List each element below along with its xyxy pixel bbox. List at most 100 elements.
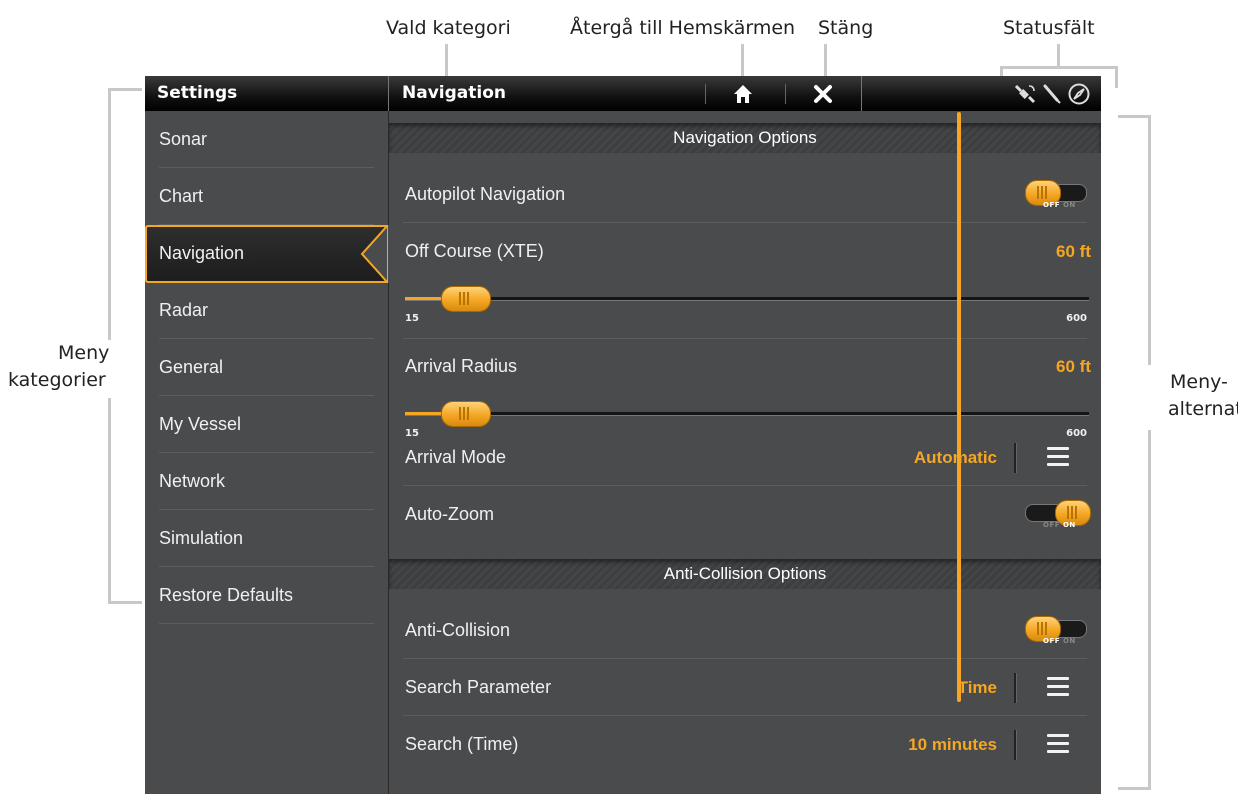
callout-return-home: Återgå till Hemskärmen [570,17,796,39]
sidebar-item-label: Restore Defaults [159,585,294,605]
title-divider [388,76,389,111]
callout-bracket-options-top [1118,115,1151,118]
sidebar-item-label: Chart [159,186,204,206]
menu-icon[interactable] [1047,677,1069,697]
callout-line-selected-category [445,44,448,76]
toggle-labels: OFF ON [1043,637,1076,645]
sidebar-item-radar[interactable]: Radar [145,282,388,339]
settings-panel: Navigation Options Autopilot Navigation … [389,111,1101,794]
slider-knob[interactable] [441,401,491,427]
sidebar-item-general[interactable]: General [145,339,388,396]
category-title: Navigation [402,83,506,103]
sidebar-item-my-vessel[interactable]: My Vessel [145,396,388,453]
anti-collision-toggle[interactable]: OFF ON [1025,616,1093,646]
search-parameter-label: Search Parameter [405,677,552,697]
anti-collision-row: Anti-Collision OFF ON [389,602,1101,659]
callout-menu-categories-1: Meny [58,342,110,364]
sidebar-item-label: Sonar [159,129,208,149]
sidebar-item-label: General [159,357,224,377]
sidebar-item-restore-defaults[interactable]: Restore Defaults [145,567,388,624]
callout-selected-category: Vald kategori [386,17,511,39]
slider-track [405,412,1089,416]
slider-knob[interactable] [441,286,491,312]
callout-menu-options-2: alternativ [1168,398,1238,420]
autopilot-navigation-toggle[interactable]: OFF ON [1025,180,1093,210]
sidebar-item-label: Radar [159,300,209,320]
scrollbar[interactable] [957,112,961,702]
sidebar-item-network[interactable]: Network [145,453,388,510]
menu-icon[interactable] [1047,447,1069,467]
pen-icon [1042,83,1062,105]
callout-menu-categories-2: kategorier [8,369,106,391]
sidebar: Sonar Chart Navigation Radar General My … [145,111,390,794]
sidebar-item-chart[interactable]: Chart [145,168,388,225]
toggle-labels: OFF ON [1043,201,1076,209]
callout-status-bar: Statusfält [1003,17,1095,39]
sidebar-item-label: Simulation [159,528,244,548]
callout-menu-options-1: Meny- [1170,371,1228,393]
toggle-on-label: ON [1062,201,1076,209]
slider-track [405,297,1089,301]
search-time-row[interactable]: Search (Time) 10 minutes [389,716,1101,773]
divider [159,623,374,624]
compass-icon [1067,82,1091,106]
sidebar-item-navigation[interactable]: Navigation [145,225,388,282]
slider-min-label: 15 [405,313,419,324]
autopilot-navigation-label: Autopilot Navigation [405,184,566,204]
section-header-navigation-options: Navigation Options [389,123,1101,153]
callout-bracket-status-right [1115,66,1118,88]
off-course-row: Off Course (XTE) 60 ft [389,223,1101,280]
auto-zoom-label: Auto-Zoom [405,504,495,524]
off-course-slider[interactable]: 15 600 [405,283,1093,333]
section-header-anti-collision-options: Anti-Collision Options [389,559,1101,589]
toggle-off-label: OFF [1043,521,1061,529]
callout-bracket-categories [108,88,111,340]
off-course-label: Off Course (XTE) [405,241,544,261]
settings-title: Settings [157,83,238,103]
value-divider [1014,730,1017,760]
sidebar-item-label: Navigation [159,243,245,263]
home-icon[interactable] [732,83,754,105]
close-icon[interactable] [812,83,834,105]
callout-bracket-options [1148,115,1151,365]
auto-zoom-toggle[interactable]: OFF ON [1025,500,1093,530]
arrival-radius-row: Arrival Radius 60 ft [389,338,1101,395]
value-divider [1014,443,1017,473]
sidebar-item-simulation[interactable]: Simulation [145,510,388,567]
value-divider [1014,673,1017,703]
callout-bracket-options-b [1148,430,1151,790]
off-course-value: 60 ft [1056,242,1091,261]
callout-bracket-categories-b [108,398,111,604]
anti-collision-label: Anti-Collision [405,620,511,640]
callout-line-return-home [741,44,744,76]
autopilot-navigation-row: Autopilot Navigation OFF ON [389,166,1101,223]
divider-1 [705,84,706,104]
divider-2 [785,84,786,104]
search-parameter-row[interactable]: Search Parameter Time [389,659,1101,716]
search-time-value: 10 minutes [908,735,997,754]
callout-bracket-options-bottom [1118,787,1151,790]
gps-satellite-icon [1013,83,1037,105]
toggle-on-label: ON [1062,521,1076,529]
callout-bracket-status [1000,66,1118,69]
auto-zoom-row: Auto-Zoom OFF ON [389,486,1101,543]
menu-icon[interactable] [1047,734,1069,754]
callout-bracket-status-stem [1057,44,1060,66]
toggle-off-label: OFF [1043,201,1061,209]
toggle-labels: OFF ON [1043,521,1076,529]
arrival-mode-row[interactable]: Arrival Mode Automatic [389,429,1101,486]
callout-line-close [824,44,827,76]
toggle-off-label: OFF [1043,637,1061,645]
sidebar-item-label: Network [159,471,226,491]
toggle-on-label: ON [1062,637,1076,645]
search-time-label: Search (Time) [405,734,519,754]
arrival-radius-label: Arrival Radius [405,356,518,376]
arrival-mode-value: Automatic [913,448,997,467]
sidebar-item-label: My Vessel [159,414,242,434]
sidebar-item-sonar[interactable]: Sonar [145,111,388,168]
arrival-radius-value: 60 ft [1056,357,1091,376]
slider-max-label: 600 [1066,313,1087,324]
title-bar: Settings Navigation [145,76,1101,111]
callout-bracket-categories-top [108,88,142,91]
search-parameter-value: Time [957,678,997,697]
